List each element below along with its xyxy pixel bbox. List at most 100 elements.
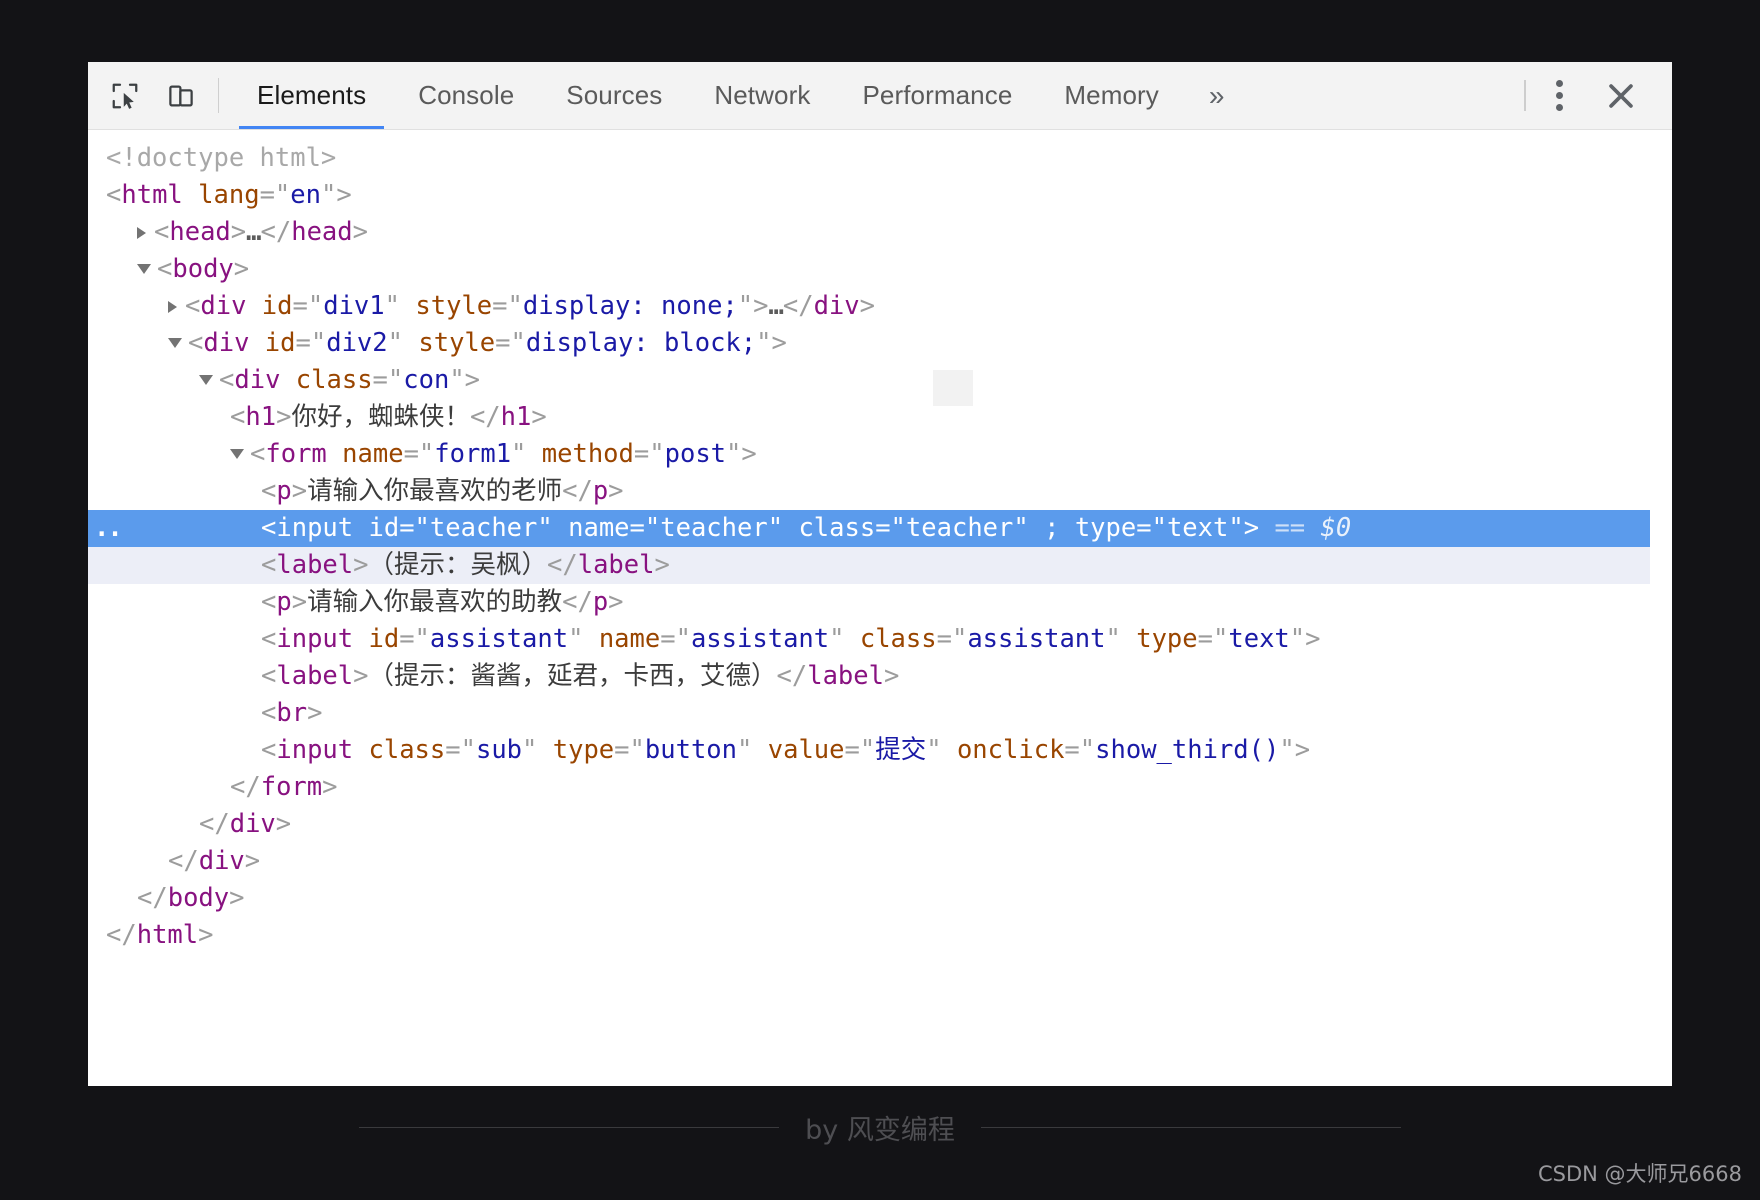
byline-rule-right bbox=[980, 1127, 1401, 1128]
code-token-tag: p bbox=[592, 476, 609, 506]
code-token-attrval: post bbox=[664, 439, 727, 469]
code-token-punct: < bbox=[261, 476, 277, 506]
code-token-punct: </ bbox=[137, 883, 168, 913]
dom-tree-line[interactable]: < p > 请输入你最喜欢的助教 </p > bbox=[88, 584, 1672, 621]
code-token-punct: > bbox=[352, 217, 368, 247]
code-token-attrval: div2 bbox=[326, 328, 388, 358]
toolbar-divider bbox=[218, 78, 219, 113]
code-token-attrname: style bbox=[418, 328, 496, 358]
dom-tree-line[interactable]: < label > （提示：吴枫） </label > bbox=[88, 547, 1672, 584]
code-token-punct: < bbox=[261, 513, 277, 543]
code-token-punct: =" bbox=[1197, 624, 1229, 654]
code-token-punct bbox=[353, 510, 368, 547]
code-token-tag: body bbox=[167, 883, 230, 913]
more-tabs-icon[interactable]: » bbox=[1185, 62, 1249, 129]
code-token-punct: =" bbox=[495, 328, 526, 358]
inspect-cursor-icon[interactable] bbox=[102, 73, 148, 119]
dom-tree-line[interactable]: < div id =" div1 " style =" display: none; ">… <… bbox=[88, 288, 1672, 325]
collapse-triangle-icon[interactable] bbox=[168, 337, 182, 348]
code-token-punct: "> bbox=[1289, 624, 1321, 654]
code-token-attrval: teacher bbox=[429, 513, 538, 543]
tab-elements[interactable]: Elements bbox=[231, 62, 392, 129]
expand-triangle-icon[interactable] bbox=[168, 300, 177, 313]
close-icon[interactable] bbox=[1592, 69, 1650, 123]
code-token-attrval: con bbox=[403, 365, 450, 395]
dom-tree-line[interactable]: < div class =" con "> bbox=[88, 362, 1672, 399]
dom-tree-line[interactable]: < br > bbox=[88, 695, 1672, 732]
code-token-tag: html bbox=[136, 920, 199, 950]
code-token-attrname: name bbox=[598, 624, 661, 654]
code-token-attrname: id bbox=[368, 624, 400, 654]
dom-tree-line[interactable]: </html > bbox=[88, 917, 1672, 954]
kebab-menu-icon[interactable] bbox=[1532, 69, 1586, 123]
code-token-punct bbox=[353, 621, 368, 658]
dom-tree-line[interactable]: < input class =" sub " type =" button " value ="… bbox=[88, 732, 1672, 769]
code-token-attrval: display: none; bbox=[522, 291, 738, 321]
code-token-tag: head bbox=[291, 217, 353, 247]
tab-performance[interactable]: Performance bbox=[836, 62, 1038, 129]
code-token-punct: < bbox=[261, 550, 277, 580]
code-token-punct: > bbox=[276, 402, 292, 432]
code-token-text: 请输入你最喜欢的老师 bbox=[307, 476, 563, 506]
code-token-punct: " bbox=[829, 624, 860, 654]
code-token-punct: =" bbox=[614, 735, 645, 765]
code-token-punct: > bbox=[859, 291, 875, 321]
collapse-triangle-icon[interactable] bbox=[230, 448, 244, 459]
expand-triangle-icon[interactable] bbox=[137, 226, 146, 239]
code-token-punct: < bbox=[261, 624, 277, 654]
code-token-punct: =" bbox=[292, 291, 324, 321]
code-token-tag: div bbox=[200, 291, 247, 321]
code-token-attrname: value bbox=[767, 735, 845, 765]
dom-tree[interactable]: <!doctype html> < html lang =" en "> < head >… </… bbox=[88, 130, 1672, 1086]
code-token-punct: < bbox=[188, 328, 204, 358]
code-token-punct: > bbox=[198, 920, 214, 950]
dom-tree-line[interactable]: < h1 > 你好，蜘蛛侠！ </h1 > bbox=[88, 399, 1672, 436]
code-token-attrname: name bbox=[342, 439, 404, 469]
tab-console[interactable]: Console bbox=[392, 62, 540, 129]
code-token-attrname: class bbox=[859, 624, 937, 654]
code-token-attrval: text bbox=[1166, 513, 1229, 543]
code-token-tag: div bbox=[229, 809, 276, 839]
code-token-tag: label bbox=[807, 661, 884, 691]
code-token-tag: head bbox=[169, 217, 231, 247]
dom-tree-line[interactable]: </form > bbox=[88, 769, 1672, 806]
code-token-punct: > bbox=[353, 550, 369, 580]
dom-tree-line[interactable]: </div > bbox=[88, 806, 1672, 843]
dom-tree-line[interactable]: < form name =" form1 " method =" post "> bbox=[88, 436, 1672, 473]
dom-tree-line[interactable]: < head >… </head > bbox=[88, 214, 1672, 251]
code-token-punct: </ bbox=[469, 402, 501, 432]
dom-tree-line[interactable]: </div > bbox=[88, 843, 1672, 880]
code-token-punct: "> bbox=[449, 365, 481, 395]
tab-network[interactable]: Network bbox=[688, 62, 836, 129]
tree-scrollbar[interactable] bbox=[1650, 130, 1672, 1086]
dom-tree-line[interactable]: < label > （提示：酱酱，延君，卡西，艾德） </label > bbox=[88, 658, 1672, 695]
code-token-punct: </ bbox=[782, 291, 814, 321]
code-token-punct: =" bbox=[399, 624, 430, 654]
dom-tree-line[interactable]: < p > 请输入你最喜欢的老师 </p > bbox=[88, 473, 1672, 510]
code-token-punct: > bbox=[230, 217, 247, 247]
code-token-attrname: method bbox=[541, 439, 634, 469]
code-token-punct: > bbox=[608, 476, 624, 506]
code-token-doctype: <!doctype html> bbox=[106, 143, 337, 173]
code-token-attrname: id bbox=[264, 328, 296, 358]
code-token-punct: "> bbox=[726, 439, 757, 469]
dom-tree-line[interactable]: <!doctype html> bbox=[88, 140, 1672, 177]
code-token-punct: < bbox=[185, 291, 201, 321]
tab-memory[interactable]: Memory bbox=[1038, 62, 1185, 129]
code-token-punct: </ bbox=[260, 217, 292, 247]
collapse-triangle-icon[interactable] bbox=[137, 263, 151, 274]
dom-tree-line[interactable]: < div id =" div2 " style =" display: block; "> bbox=[88, 325, 1672, 362]
device-toolbar-icon[interactable] bbox=[158, 73, 204, 119]
devtools-toolbar: Elements Console Sources Network Perform… bbox=[88, 62, 1672, 130]
dom-tree-line[interactable]: < input id =" assistant " name =" assistant " c… bbox=[88, 621, 1672, 658]
dom-tree-line[interactable]: .. < input id =" teacher " name =" teacher " cla… bbox=[88, 510, 1672, 547]
code-token-punct: > bbox=[608, 587, 624, 617]
code-token-text: （提示：酱酱，延君，卡西，艾德） bbox=[368, 661, 777, 691]
tab-sources[interactable]: Sources bbox=[540, 62, 688, 129]
code-token-attrname: class bbox=[798, 513, 876, 543]
dom-tree-line[interactable]: < html lang =" en "> bbox=[88, 177, 1672, 214]
code-token-punct: > bbox=[307, 698, 323, 728]
collapse-triangle-icon[interactable] bbox=[199, 374, 213, 385]
dom-tree-line[interactable]: < body > bbox=[88, 251, 1672, 288]
dom-tree-line[interactable]: </body > bbox=[88, 880, 1672, 917]
